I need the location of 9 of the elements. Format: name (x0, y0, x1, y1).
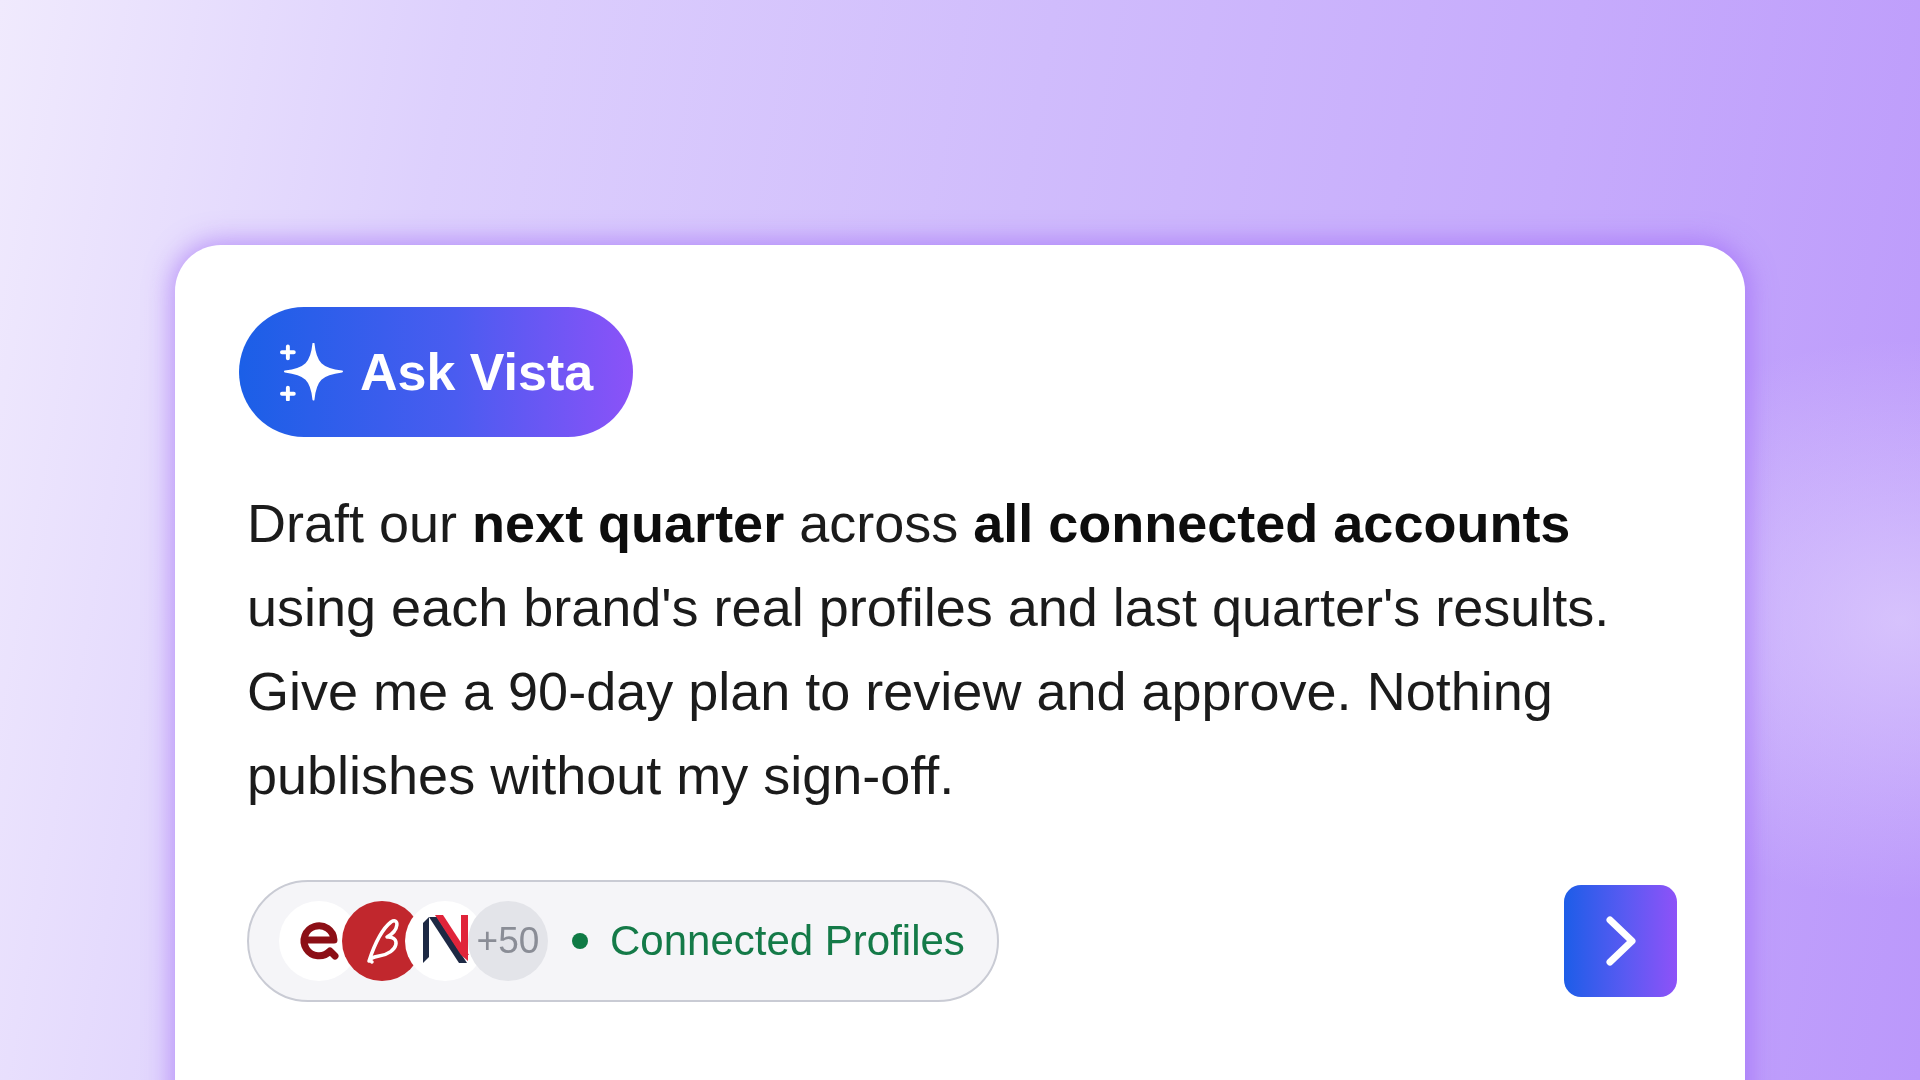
profile-count: +50 (468, 901, 548, 981)
profiles-chip[interactable]: +50 Connected Profiles (247, 880, 999, 1002)
prompt-text: Draft our next quarter across all connected accounts using each brand's real profiles and last quarter's results. Give me a 90-day plan to review and approve. Nothing publishes without my sign-off. (247, 492, 1611, 807)
chevron-right-icon (1604, 915, 1637, 967)
assistant-button[interactable]: Ask Vista (239, 307, 634, 437)
status-label: Connected Profiles (610, 917, 965, 965)
status-dot-icon (572, 933, 588, 949)
sparkle-icon (280, 343, 343, 401)
send-button[interactable] (1564, 885, 1677, 997)
